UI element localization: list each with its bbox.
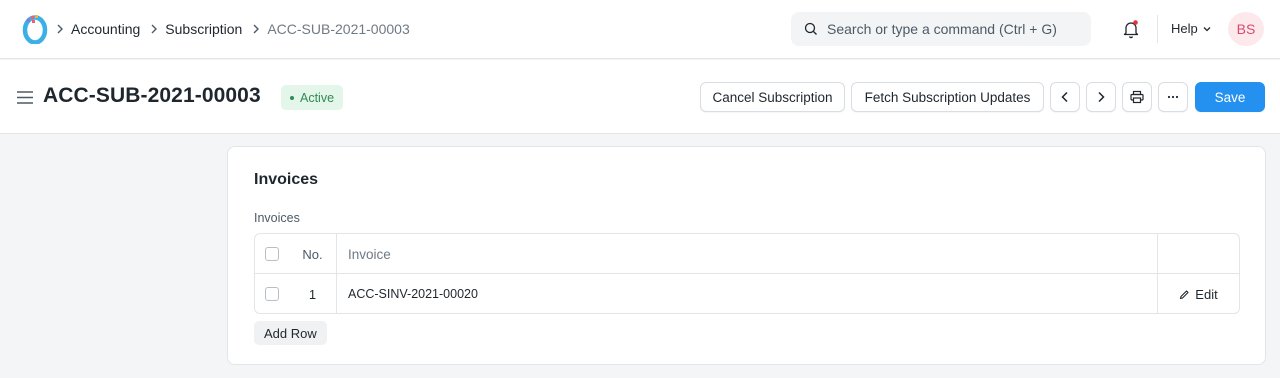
- page-head: ACC-SUB-2021-00003 Active Cancel Subscri…: [0, 60, 1280, 134]
- chevron-right-icon: [56, 19, 71, 39]
- search-input[interactable]: Search or type a command (Ctrl + G): [791, 12, 1091, 46]
- chevron-right-icon: [150, 19, 165, 39]
- notification-bell-icon[interactable]: [1120, 18, 1142, 40]
- save-button[interactable]: Save: [1195, 82, 1265, 112]
- help-label: Help: [1171, 21, 1198, 36]
- status-dot-icon: [290, 95, 294, 100]
- avatar[interactable]: BS: [1228, 12, 1264, 46]
- search-icon: [804, 22, 817, 35]
- chevron-right-icon: [1098, 91, 1105, 103]
- navbar: Accounting Subscription ACC-SUB-2021-000…: [0, 0, 1280, 59]
- row-checkbox[interactable]: [265, 287, 279, 301]
- more-actions-button[interactable]: [1158, 82, 1188, 112]
- app-logo[interactable]: [22, 14, 48, 44]
- section-title: Invoices: [254, 171, 319, 188]
- navbar-divider: [1157, 15, 1158, 43]
- breadcrumb-accounting[interactable]: Accounting: [71, 21, 140, 37]
- search-placeholder: Search or type a command (Ctrl + G): [827, 21, 1057, 37]
- page-title: ACC-SUB-2021-00003: [43, 84, 261, 107]
- invoices-table: No. Invoice 1 ACC-SINV-2021-00020 Edit: [254, 233, 1240, 314]
- edit-row-button[interactable]: Edit: [1157, 274, 1239, 314]
- invoices-section: Invoices Invoices No. Invoice 1 ACC-SINV…: [227, 146, 1266, 365]
- select-all-checkbox[interactable]: [265, 247, 279, 261]
- cancel-subscription-button[interactable]: Cancel Subscription: [700, 82, 845, 112]
- more-icon: [1167, 95, 1179, 99]
- table-header-row: No. Invoice: [255, 234, 1239, 274]
- add-row-button[interactable]: Add Row: [254, 321, 327, 345]
- header-checkbox-cell: [255, 234, 289, 274]
- help-dropdown[interactable]: Help: [1171, 21, 1212, 36]
- edit-label: Edit: [1195, 286, 1218, 302]
- chevron-down-icon: [1203, 26, 1211, 31]
- status-label: Active: [300, 90, 335, 105]
- status-badge: Active: [281, 85, 344, 110]
- row-checkbox-cell: [255, 274, 289, 314]
- invoice-cell[interactable]: ACC-SINV-2021-00020: [336, 274, 1157, 314]
- printer-icon: [1130, 90, 1144, 104]
- next-record-button[interactable]: [1086, 82, 1116, 112]
- chevron-left-icon: [1061, 91, 1068, 103]
- column-header-no: No.: [302, 246, 323, 262]
- previous-record-button[interactable]: [1050, 82, 1080, 112]
- row-number: 1: [308, 286, 317, 302]
- print-button[interactable]: [1122, 82, 1152, 112]
- pencil-icon: [1180, 289, 1189, 299]
- breadcrumb-subscription[interactable]: Subscription: [165, 21, 242, 37]
- column-header-actions: [1157, 234, 1239, 274]
- breadcrumb: Accounting Subscription ACC-SUB-2021-000…: [56, 19, 420, 39]
- fetch-subscription-updates-button[interactable]: Fetch Subscription Updates: [851, 82, 1044, 112]
- column-header-invoice: Invoice: [336, 234, 1157, 274]
- table-row[interactable]: 1 ACC-SINV-2021-00020 Edit: [255, 274, 1239, 314]
- sidebar-toggle-icon[interactable]: [17, 91, 33, 104]
- breadcrumb-current[interactable]: ACC-SUB-2021-00003: [267, 21, 409, 37]
- chevron-right-icon: [252, 19, 267, 39]
- invoices-field-label: Invoices: [254, 211, 300, 225]
